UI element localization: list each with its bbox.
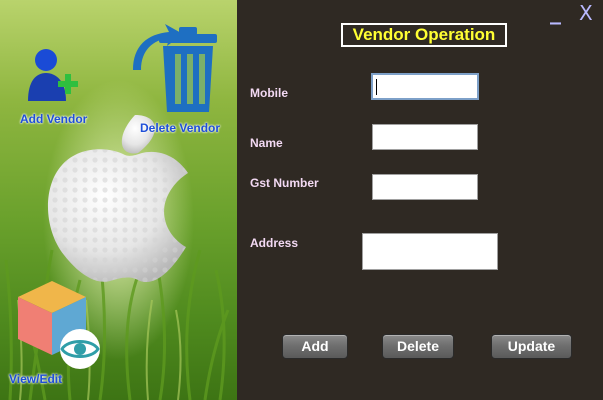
address-label: Address <box>250 236 299 250</box>
view-eye-icon <box>18 281 100 369</box>
left-image-pane: Add Vendor Delete Vendor View/Edit <box>0 0 237 400</box>
view-edit-button[interactable]: View/Edit <box>5 275 115 390</box>
trash-icon <box>133 24 217 112</box>
mobile-field[interactable] <box>371 73 479 100</box>
name-field[interactable] <box>372 124 478 150</box>
add-button[interactable]: Add <box>282 334 348 359</box>
add-vendor-button[interactable]: Add Vendor <box>10 45 100 130</box>
close-button[interactable]: X <box>579 1 593 25</box>
view-edit-label: View/Edit <box>9 372 63 386</box>
update-button[interactable]: Update <box>491 334 572 359</box>
gst-number-label: Gst Number <box>250 176 319 190</box>
add-user-icon <box>28 49 78 101</box>
delete-button[interactable]: Delete <box>382 334 454 359</box>
address-field[interactable] <box>362 233 498 270</box>
form-title: Vendor Operation <box>341 23 507 47</box>
apple-golfball-logo <box>47 115 189 283</box>
delete-vendor-label: Delete Vendor <box>140 121 221 135</box>
delete-vendor-button[interactable]: Delete Vendor <box>125 20 235 135</box>
name-label: Name <box>250 136 283 150</box>
gst-number-field[interactable] <box>372 174 478 200</box>
text-caret <box>376 79 377 95</box>
add-vendor-label: Add Vendor <box>20 112 88 126</box>
mobile-label: Mobile <box>250 86 288 100</box>
minimize-button[interactable]: _ <box>550 0 561 25</box>
